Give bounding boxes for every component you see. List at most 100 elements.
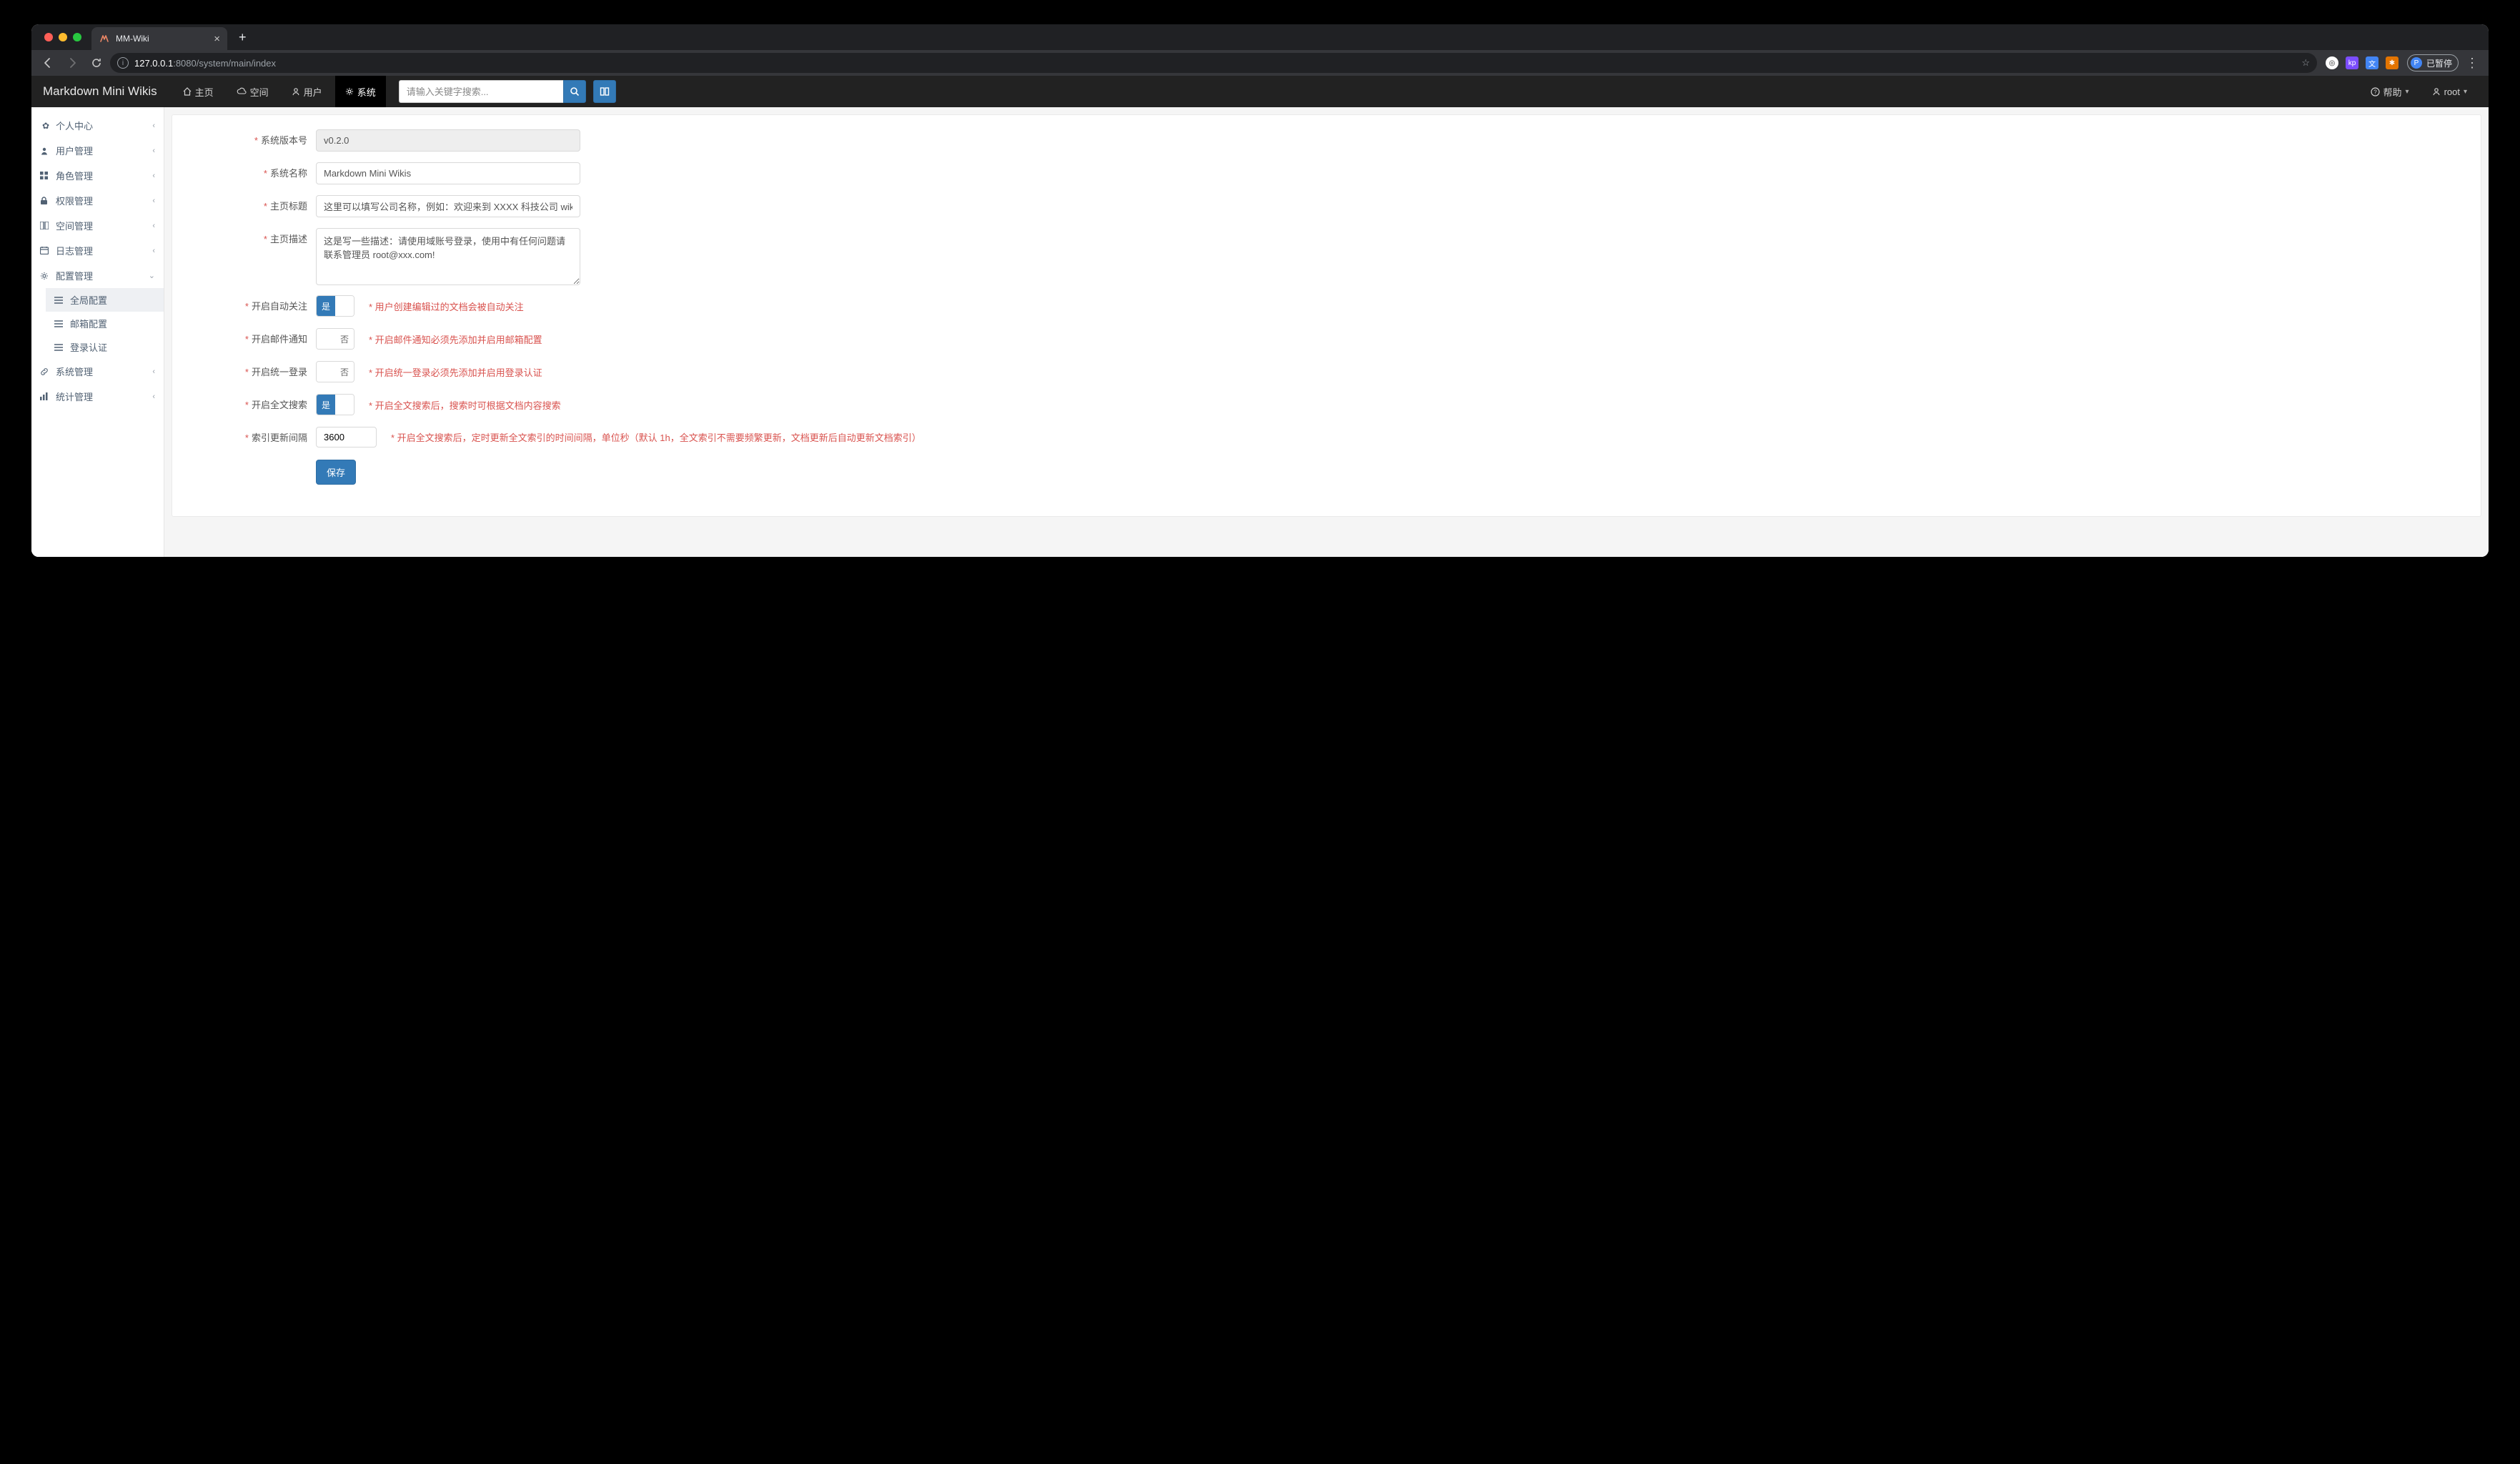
nav-home[interactable]: 主页 [173,76,224,107]
profile-button[interactable]: P 已暂停 [2407,54,2459,71]
row-home-title: *主页标题 [191,195,2462,218]
chevron-left-icon: ‹ [152,122,155,130]
new-tab-button[interactable]: + [232,30,254,45]
search-group [399,80,616,103]
row-email-notice: *开启邮件通知 否 * 开启邮件通知必须先添加并启用邮箱配置 [191,328,2462,351]
calendar-icon [40,247,51,254]
lock-icon [40,197,51,205]
browser-menu-button[interactable]: ⋮ [2461,56,2483,71]
user-icon [292,87,300,96]
browser-tab-bar: MM-Wiki × + [31,24,2489,50]
save-button[interactable]: 保存 [316,460,356,485]
hint-auto-follow: * 用户创建编辑过的文档会被自动关注 [369,300,524,313]
sidebar-item-sys-mgmt[interactable]: 系统管理 ‹ [31,359,164,384]
chevron-left-icon: ‹ [152,392,155,401]
extension-icon-2[interactable]: kp [2346,56,2358,69]
tab-close-icon[interactable]: × [214,33,220,45]
list-icon [54,344,66,351]
list-icon [54,297,66,304]
sidebar-item-personal[interactable]: ✿ 个人中心 ‹ [31,113,164,138]
browser-tab[interactable]: MM-Wiki × [91,27,227,50]
user-icon [40,147,51,155]
sso-toggle[interactable]: 否 [316,361,354,382]
sidebar-item-user-mgmt[interactable]: 用户管理 ‹ [31,138,164,163]
extension-icon-3[interactable]: 文 [2366,56,2378,69]
chevron-left-icon: ‹ [152,172,155,180]
app-topnav: Markdown Mini Wikis 主页 空间 用户 [31,76,2489,107]
profile-avatar-icon: P [2411,57,2422,69]
url-text: 127.0.0.1:8080/system/main/index [134,58,276,69]
svg-text:?: ? [2373,89,2377,95]
nav-user-menu[interactable]: root [2422,76,2477,107]
hint-email-notice: * 开启邮件通知必须先添加并启用邮箱配置 [369,332,542,346]
sidebar: ✿ 个人中心 ‹ 用户管理 ‹ 角色管理 ‹ [31,107,164,557]
chevron-left-icon: ‹ [152,197,155,205]
chevron-left-icon: ‹ [152,147,155,155]
sidebar-item-log-mgmt[interactable]: 日志管理 ‹ [31,238,164,263]
close-window-icon[interactable] [44,33,53,41]
layout-columns-button[interactable] [593,80,616,103]
maximize-window-icon[interactable] [73,33,81,41]
user-icon [2432,87,2441,96]
app-area: Markdown Mini Wikis 主页 空间 用户 [31,76,2489,557]
app-brand[interactable]: Markdown Mini Wikis [43,84,170,99]
reload-button[interactable] [86,52,107,74]
system-name-input[interactable] [316,162,580,184]
row-index-interval: *索引更新间隔 * 开启全文搜索后，定时更新全文索引的时间间隔，单位秒（默认 1… [191,427,2462,450]
browser-window: MM-Wiki × + i 127.0.0.1:8080/system/main… [31,24,2489,557]
extension-icon-1[interactable]: ◎ [2326,56,2338,69]
config-form-card: *系统版本号 *系统名称 *主页标题 [172,114,2481,517]
search-input[interactable] [399,80,563,103]
chevron-down-icon: ⌄ [149,271,155,280]
nav-user[interactable]: 用户 [282,76,332,107]
nav-forward-button[interactable] [61,52,83,74]
row-system-name: *系统名称 [191,162,2462,185]
auto-follow-toggle[interactable]: 是 [316,295,354,317]
home-title-input[interactable] [316,195,580,217]
home-icon [183,87,192,96]
hint-fulltext: * 开启全文搜索后，搜索时可根据文档内容搜索 [369,398,561,412]
sidebar-item-global-config[interactable]: 全局配置 [46,288,164,312]
minimize-window-icon[interactable] [59,33,67,41]
gear-icon [40,272,51,280]
sidebar-item-email-config[interactable]: 邮箱配置 [46,312,164,335]
sidebar-item-auth-config[interactable]: 登录认证 [46,335,164,359]
chevron-left-icon: ‹ [152,247,155,255]
nav-system[interactable]: 系统 [335,76,386,107]
row-auto-follow: *开启自动关注 是 * 用户创建编辑过的文档会被自动关注 [191,295,2462,318]
bookmark-star-icon[interactable]: ☆ [2301,57,2310,69]
extension-icon-4[interactable]: ✱ [2386,56,2399,69]
email-notice-toggle[interactable]: 否 [316,328,354,350]
sidebar-item-config-mgmt[interactable]: 配置管理 ⌄ [31,263,164,288]
site-info-icon[interactable]: i [117,57,129,69]
cloud-icon [237,87,247,96]
row-sso: *开启统一登录 否 * 开启统一登录必须先添加并启用登录认证 [191,361,2462,384]
link-icon [40,367,51,376]
sidebar-item-role-mgmt[interactable]: 角色管理 ‹ [31,163,164,188]
bar-chart-icon [40,392,51,400]
window-controls [39,33,87,41]
row-version: *系统版本号 [191,129,2462,152]
search-button[interactable] [563,80,586,103]
row-home-desc: *主页描述 [191,228,2462,285]
leaf-icon: ✿ [40,121,51,131]
hint-index-interval: * 开启全文搜索后，定时更新全文索引的时间间隔，单位秒（默认 1h，全文索引不需… [391,430,921,444]
sidebar-item-perm-mgmt[interactable]: 权限管理 ‹ [31,188,164,213]
browser-toolbar: i 127.0.0.1:8080/system/main/index ☆ ◎ k… [31,50,2489,76]
sidebar-item-space-mgmt[interactable]: 空间管理 ‹ [31,213,164,238]
version-input [316,129,580,152]
profile-status: 已暂停 [2426,57,2452,69]
nav-space[interactable]: 空间 [227,76,279,107]
url-bar[interactable]: i 127.0.0.1:8080/system/main/index ☆ [110,53,2317,73]
fulltext-toggle[interactable]: 是 [316,394,354,415]
index-interval-input[interactable] [316,427,377,447]
chevron-left-icon: ‹ [152,222,155,230]
home-desc-textarea[interactable] [316,228,580,285]
nav-help[interactable]: ? 帮助 [2361,76,2419,107]
list-icon [54,320,66,327]
app-body: ✿ 个人中心 ‹ 用户管理 ‹ 角色管理 ‹ [31,107,2489,557]
grid-icon [40,172,51,179]
chevron-left-icon: ‹ [152,367,155,376]
sidebar-item-stat-mgmt[interactable]: 统计管理 ‹ [31,384,164,409]
nav-back-button[interactable] [37,52,59,74]
